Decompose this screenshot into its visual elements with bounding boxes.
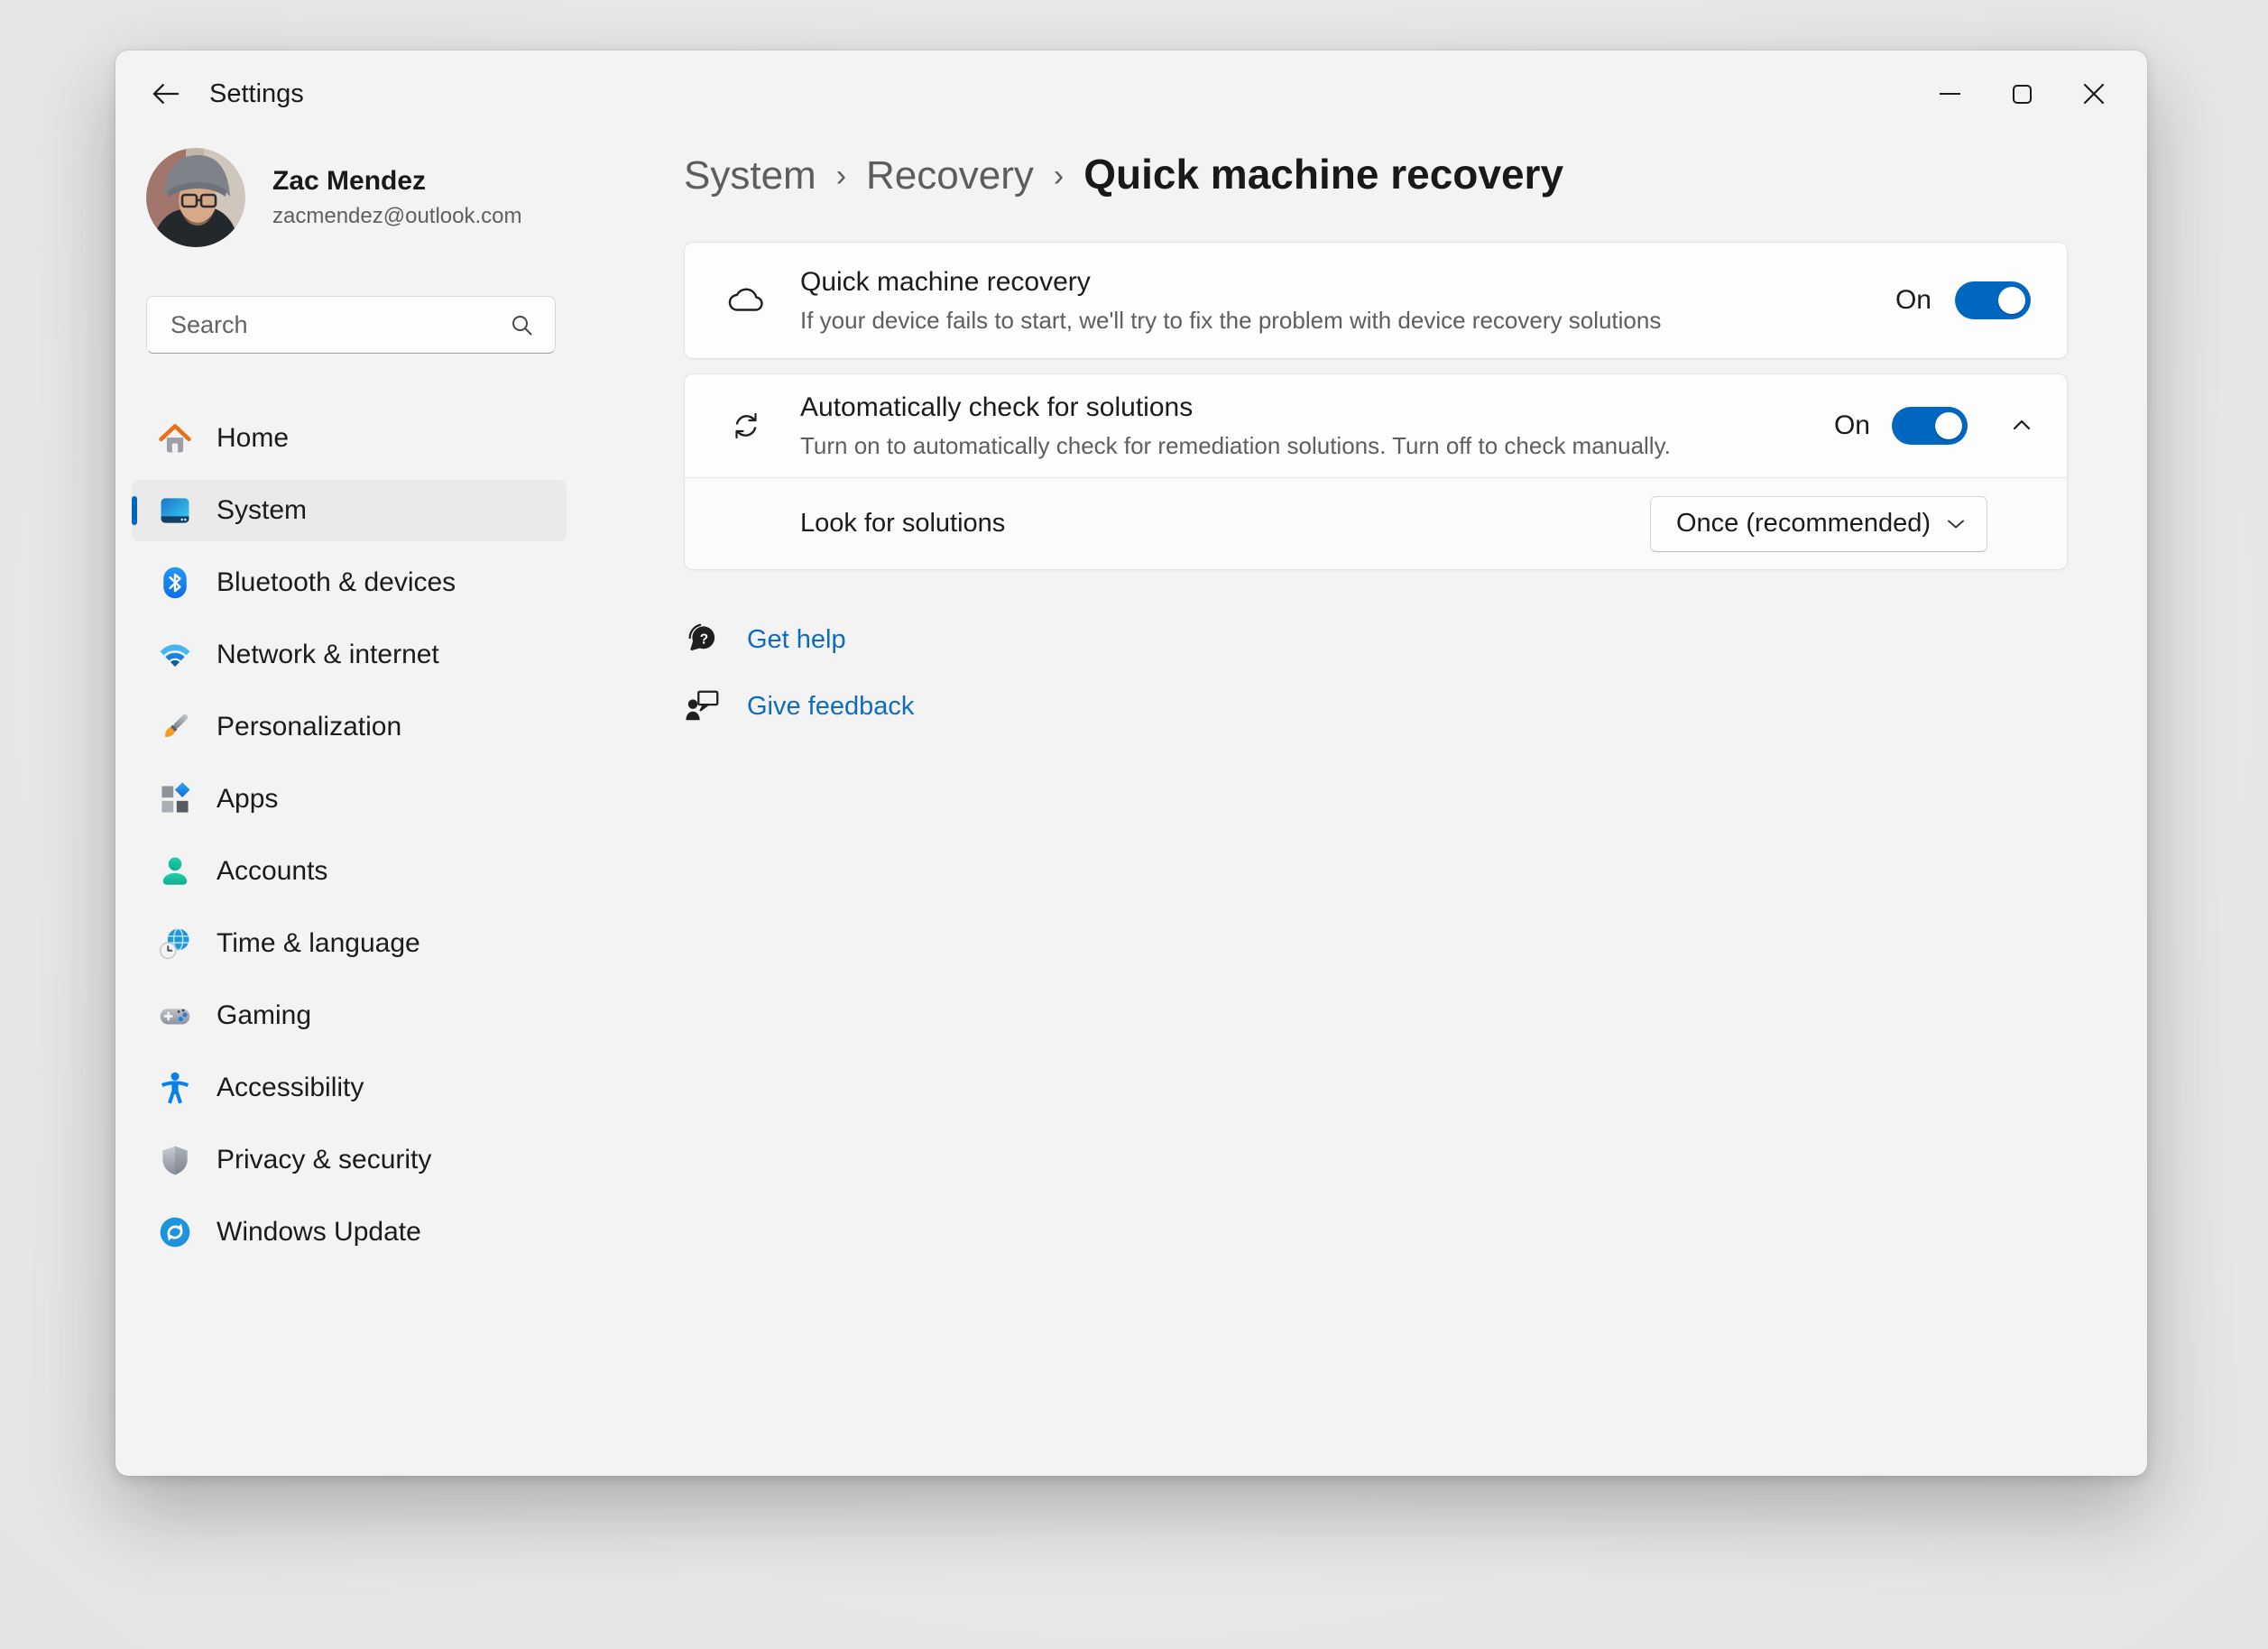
sidebar-item-label: Personalization bbox=[217, 712, 401, 742]
window-controls bbox=[1920, 51, 2147, 137]
sidebar-item-bluetooth-devices[interactable]: Bluetooth & devices bbox=[132, 552, 567, 613]
home-icon bbox=[155, 419, 195, 458]
toggle-knob bbox=[1935, 412, 1962, 439]
person-icon bbox=[155, 852, 195, 891]
sidebar-item-apps[interactable]: Apps bbox=[132, 769, 567, 830]
sidebar-item-system[interactable]: System bbox=[132, 480, 567, 541]
sidebar-item-home[interactable]: Home bbox=[132, 408, 567, 469]
sidebar-item-accounts[interactable]: Accounts bbox=[132, 841, 567, 902]
auto-check-card: Automatically check for solutions Turn o… bbox=[684, 373, 2068, 570]
breadcrumb: System › Recovery › Quick machine recove… bbox=[684, 150, 1563, 198]
card-text: Automatically check for solutions Turn o… bbox=[800, 392, 1671, 460]
setting-title: Automatically check for solutions bbox=[800, 392, 1671, 423]
page-title: Quick machine recovery bbox=[1083, 150, 1563, 198]
sidebar: Zac Mendez zacmendez@outlook.com Home bbox=[132, 141, 567, 1274]
sidebar-item-label: Network & internet bbox=[217, 640, 439, 670]
accessibility-icon bbox=[155, 1068, 195, 1108]
sidebar-item-personalization[interactable]: Personalization bbox=[132, 696, 567, 758]
breadcrumb-system[interactable]: System bbox=[684, 153, 816, 198]
sidebar-item-label: Accounts bbox=[217, 856, 327, 887]
give-feedback-link[interactable]: Give feedback bbox=[747, 692, 914, 722]
sidebar-item-privacy-security[interactable]: Privacy & security bbox=[132, 1129, 567, 1191]
breadcrumb-separator-icon: › bbox=[816, 159, 866, 194]
shield-icon bbox=[155, 1140, 195, 1180]
chevron-up-icon bbox=[2009, 413, 2034, 438]
sidebar-item-label: Gaming bbox=[217, 1000, 311, 1031]
user-profile[interactable]: Zac Mendez zacmendez@outlook.com bbox=[146, 148, 567, 247]
breadcrumb-recovery[interactable]: Recovery bbox=[866, 153, 1034, 198]
sidebar-item-label: Windows Update bbox=[217, 1217, 421, 1248]
get-help-link[interactable]: Get help bbox=[747, 625, 846, 655]
feedback-person-icon bbox=[684, 687, 722, 725]
sidebar-item-gaming[interactable]: Gaming bbox=[132, 985, 567, 1046]
gamepad-icon bbox=[155, 996, 195, 1036]
sidebar-item-windows-update[interactable]: Windows Update bbox=[132, 1202, 567, 1263]
look-for-solutions-row: Look for solutions Once (recommended) bbox=[685, 478, 2067, 569]
collapse-expander-button[interactable] bbox=[2002, 406, 2042, 446]
toggle-state-label: On bbox=[1834, 410, 1870, 441]
get-help-row: ? Get help bbox=[684, 621, 846, 659]
back-button[interactable] bbox=[143, 70, 189, 117]
sync-icon bbox=[724, 404, 768, 447]
maximize-icon bbox=[2013, 85, 2032, 104]
sidebar-item-label: Time & language bbox=[217, 928, 420, 959]
close-icon bbox=[2082, 82, 2106, 106]
setting-description: If your device fails to start, we'll try… bbox=[800, 307, 1661, 335]
sidebar-item-label: Bluetooth & devices bbox=[217, 567, 456, 598]
app-title: Settings bbox=[209, 79, 304, 109]
system-icon bbox=[155, 491, 195, 530]
setting-title: Quick machine recovery bbox=[800, 267, 1661, 298]
search-icon bbox=[508, 311, 535, 338]
maximize-button[interactable] bbox=[1992, 72, 2051, 115]
sidebar-item-label: System bbox=[217, 495, 307, 526]
search-input[interactable] bbox=[147, 311, 508, 339]
search-box bbox=[146, 296, 556, 354]
svg-text:?: ? bbox=[700, 631, 708, 647]
card-text: Quick machine recovery If your device fa… bbox=[800, 267, 1661, 335]
quick-machine-recovery-card: Quick machine recovery If your device fa… bbox=[684, 242, 2068, 359]
paintbrush-icon bbox=[155, 707, 195, 747]
dropdown-selected-value: Once (recommended) bbox=[1676, 509, 1931, 539]
quick-machine-recovery-toggle[interactable] bbox=[1955, 281, 2031, 319]
toggle-knob bbox=[1998, 287, 2025, 314]
desktop: Settings bbox=[0, 0, 2268, 1649]
bluetooth-icon bbox=[155, 563, 195, 603]
apps-icon bbox=[155, 779, 195, 819]
sidebar-item-label: Apps bbox=[217, 784, 278, 815]
profile-name: Zac Mendez bbox=[272, 166, 522, 197]
give-feedback-row: Give feedback bbox=[684, 687, 914, 725]
titlebar: Settings bbox=[115, 51, 2147, 137]
update-icon bbox=[155, 1212, 195, 1252]
sidebar-item-label: Privacy & security bbox=[217, 1145, 431, 1175]
minimize-icon bbox=[1940, 93, 1960, 95]
sidebar-item-label: Accessibility bbox=[217, 1073, 364, 1103]
avatar bbox=[146, 148, 245, 247]
look-for-solutions-dropdown[interactable]: Once (recommended) bbox=[1650, 496, 1987, 552]
close-button[interactable] bbox=[2064, 72, 2124, 115]
globe-clock-icon bbox=[155, 924, 195, 963]
auto-check-toggle[interactable] bbox=[1892, 407, 1968, 445]
sidebar-item-time-language[interactable]: Time & language bbox=[132, 913, 567, 974]
settings-window: Settings bbox=[115, 51, 2147, 1476]
wifi-icon bbox=[155, 635, 195, 675]
toggle-state-label: On bbox=[1895, 285, 1931, 316]
sidebar-item-network-internet[interactable]: Network & internet bbox=[132, 624, 567, 686]
sidebar-nav: Home System Bluetooth & devices bbox=[132, 408, 567, 1263]
cloud-icon bbox=[724, 279, 768, 322]
minimize-button[interactable] bbox=[1920, 72, 1979, 115]
help-bubble-icon: ? bbox=[684, 621, 722, 659]
sidebar-item-label: Home bbox=[217, 423, 289, 454]
breadcrumb-separator-icon: › bbox=[1034, 159, 1083, 194]
look-for-solutions-label: Look for solutions bbox=[800, 509, 1005, 539]
profile-email: zacmendez@outlook.com bbox=[272, 204, 522, 229]
chevron-down-icon bbox=[1945, 513, 1967, 535]
back-arrow-icon bbox=[150, 78, 182, 110]
sidebar-item-accessibility[interactable]: Accessibility bbox=[132, 1057, 567, 1119]
profile-text: Zac Mendez zacmendez@outlook.com bbox=[272, 166, 522, 229]
setting-description: Turn on to automatically check for remed… bbox=[800, 432, 1671, 460]
